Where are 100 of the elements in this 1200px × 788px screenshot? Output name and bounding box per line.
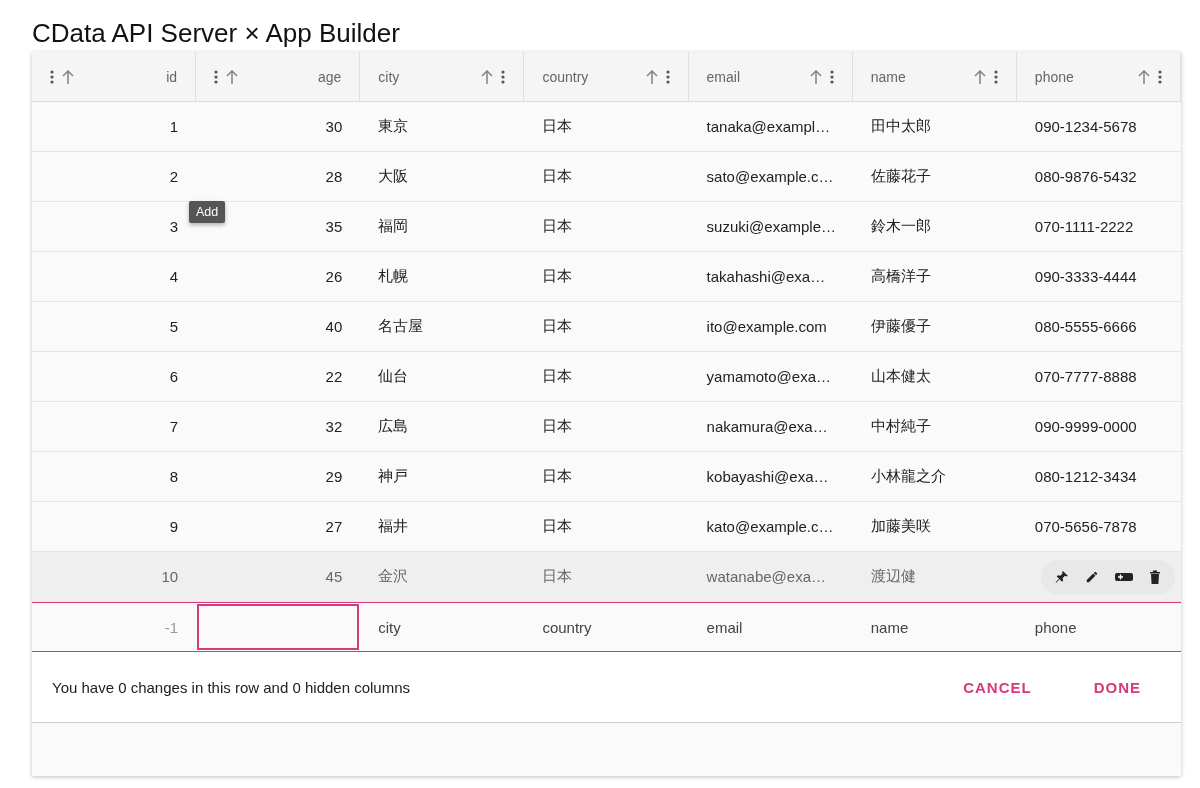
- status-message: You have 0 changes in this row and 0 hidden columns: [52, 678, 412, 696]
- column-header[interactable]: city: [360, 52, 525, 101]
- add-row-icon[interactable]: [1115, 571, 1133, 582]
- table-cell: 22: [325, 368, 343, 385]
- table-cell: kobayashi@exa…: [706, 468, 829, 485]
- column-header[interactable]: age: [196, 52, 361, 101]
- sort-arrow-icon[interactable]: [809, 69, 822, 84]
- table-cell: 仙台: [378, 367, 409, 386]
- column-label: country: [542, 68, 589, 85]
- page-title: CData API Server × App Builder: [31, 17, 400, 50]
- table-row[interactable]: 5 40 名古屋 日本 ito@example.com 伊藤優子 080-5555-6666: [32, 302, 1181, 352]
- table-cell: 090-1234-5678: [1034, 118, 1137, 135]
- table-cell: 札幌: [378, 267, 409, 286]
- table-cell: 10: [161, 568, 179, 585]
- table-cell: 7: [169, 418, 179, 435]
- table-cell: 小林龍之介: [870, 467, 946, 486]
- more-icon[interactable]: [993, 69, 998, 84]
- column-header[interactable]: country: [524, 52, 689, 101]
- more-icon[interactable]: [1158, 69, 1162, 84]
- more-icon[interactable]: [50, 69, 54, 84]
- column-header[interactable]: name: [852, 52, 1017, 101]
- table-cell: 080-9876-5432: [1034, 168, 1137, 185]
- table-cell: 田中太郎: [870, 117, 931, 136]
- table-cell: 4: [169, 268, 179, 285]
- placeholder-text[interactable]: phone: [1034, 618, 1077, 636]
- table-cell: 加藤美咲: [870, 517, 931, 536]
- table-cell: 日本: [542, 217, 573, 236]
- table-cell: watanabe@exa…: [706, 568, 827, 585]
- sort-arrow-icon[interactable]: [1138, 69, 1150, 84]
- table-cell: 32: [325, 418, 343, 435]
- more-icon[interactable]: [501, 69, 506, 84]
- column-label: id: [166, 68, 178, 85]
- table-cell: 27: [325, 518, 343, 535]
- column-label: name: [870, 68, 906, 85]
- table-cell: 070-7777-8888: [1034, 368, 1137, 385]
- input-field[interactable]: [197, 604, 360, 650]
- table-cell: -1: [164, 618, 179, 636]
- table-cell: 日本: [542, 367, 573, 386]
- table-cell: 5: [169, 318, 179, 335]
- table-cell: 1: [169, 118, 179, 135]
- pencil-icon[interactable]: [1085, 569, 1099, 584]
- table-row[interactable]: 1 30 東京 日本 tanaka@exampl… 田中太郎 090-1234-5678: [32, 102, 1181, 152]
- table-cell: 日本: [542, 167, 573, 186]
- table-cell: 佐藤花子: [870, 167, 931, 186]
- table-cell: 26: [325, 268, 343, 285]
- column-header[interactable]: id: [32, 52, 197, 101]
- sort-arrow-icon[interactable]: [973, 69, 986, 84]
- sort-arrow-icon[interactable]: [62, 69, 74, 84]
- done-button[interactable]: DONE: [1073, 670, 1161, 704]
- pin-icon[interactable]: [1055, 569, 1069, 584]
- table-cell: 45: [325, 568, 343, 585]
- table-cell: 2: [169, 168, 179, 185]
- table-row[interactable]: 8 29 神戸 日本 kobayashi@exa… 小林龍之介 080-1212-3434: [32, 452, 1181, 502]
- table-row[interactable]: 10 45 金沢 日本 watanabe@exa… 渡辺健: [32, 552, 1181, 602]
- table-cell: 090-9999-0000: [1034, 418, 1137, 435]
- sort-arrow-icon[interactable]: [645, 69, 658, 84]
- trash-icon[interactable]: [1149, 569, 1161, 584]
- table-row[interactable]: 7 32 広島 日本 nakamura@exa… 中村純子 090-9999-0000: [32, 402, 1181, 452]
- table-row[interactable]: 2 28 大阪 日本 sato@example.c… 佐藤花子 080-9876-5432: [32, 152, 1181, 202]
- more-icon[interactable]: [665, 69, 670, 84]
- table-cell: suzuki@example…: [706, 218, 836, 235]
- placeholder-text[interactable]: name: [870, 618, 909, 636]
- placeholder-text[interactable]: country: [542, 618, 592, 636]
- table-cell: 6: [169, 368, 179, 385]
- column-label: email: [706, 68, 741, 85]
- table-row[interactable]: 4 26 札幌 日本 takahashi@exa… 高橋洋子 090-3333-4444: [32, 252, 1181, 302]
- table-cell: 名古屋: [378, 317, 424, 336]
- table-cell: 9: [169, 518, 179, 535]
- table-cell: 日本: [542, 117, 573, 136]
- table-cell: 28: [325, 168, 343, 185]
- table-cell: 金沢: [378, 567, 409, 586]
- table-cell: 広島: [378, 417, 409, 436]
- table-row[interactable]: 6 22 仙台 日本 yamamoto@exa… 山本健太 070-7777-8888: [32, 352, 1181, 402]
- table-cell: sato@example.c…: [706, 168, 834, 185]
- table-cell: 3: [169, 218, 179, 235]
- table-cell: 日本: [542, 567, 573, 586]
- table-cell: 30: [325, 118, 343, 135]
- more-icon[interactable]: [214, 69, 219, 84]
- table-cell: 福井: [378, 517, 409, 536]
- table-cell: 日本: [542, 317, 573, 336]
- placeholder-text[interactable]: email: [706, 618, 743, 636]
- tooltip: Add: [189, 201, 226, 223]
- column-header[interactable]: phone: [1016, 52, 1181, 101]
- sort-arrow-icon[interactable]: [481, 69, 494, 84]
- table-cell: 8: [169, 468, 179, 485]
- column-label: city: [378, 68, 400, 85]
- table-cell: 福岡: [378, 217, 409, 236]
- table-cell: tanaka@exampl…: [706, 118, 831, 135]
- cancel-button[interactable]: CANCEL: [943, 670, 1052, 704]
- table-cell: 日本: [542, 267, 573, 286]
- table-cell: 東京: [378, 117, 409, 136]
- table-cell: 日本: [542, 467, 573, 486]
- table-cell: 35: [325, 218, 343, 235]
- table-cell: 渡辺健: [870, 567, 916, 586]
- table-cell: 070-5656-7878: [1034, 518, 1137, 535]
- sort-arrow-icon[interactable]: [226, 69, 239, 84]
- more-icon[interactable]: [829, 69, 834, 84]
- column-header[interactable]: email: [688, 52, 853, 101]
- placeholder-text[interactable]: city: [378, 618, 401, 636]
- table-cell: 070-1111-2222: [1034, 218, 1134, 235]
